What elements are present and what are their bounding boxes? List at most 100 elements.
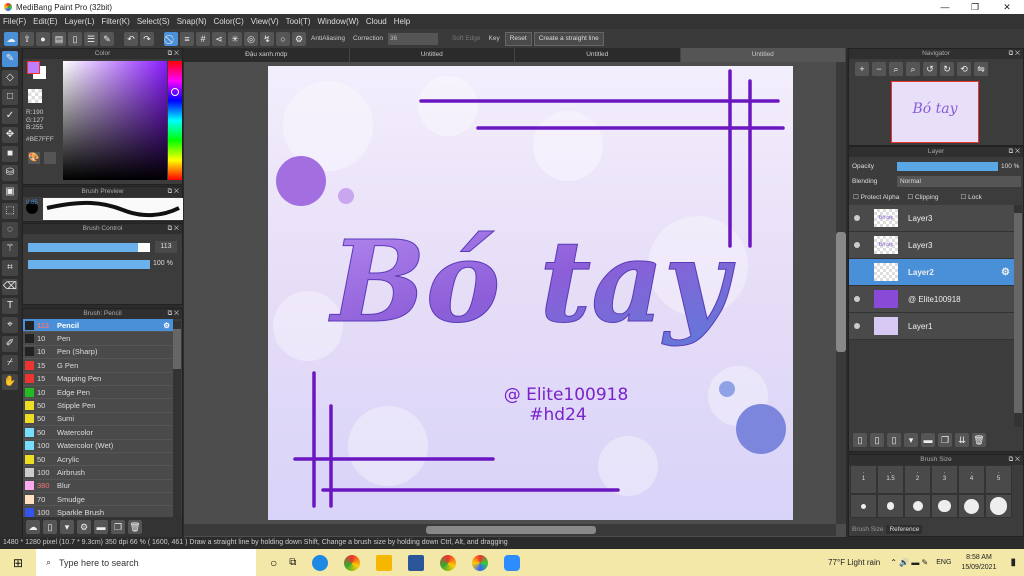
snap-off-icon[interactable]: ⃠ [164, 31, 178, 46]
reset-button[interactable]: Reset [504, 31, 532, 46]
cloud-brush-icon[interactable]: ☁ [26, 520, 40, 534]
saturation-value-picker[interactable] [63, 61, 167, 180]
zoom-in-icon[interactable]: + [855, 62, 869, 76]
brush-size-preset[interactable]: · 3 [931, 465, 958, 494]
brush-item[interactable]: 50 Watercolor [23, 426, 173, 440]
navigator-preview[interactable]: Bó tay [891, 81, 979, 143]
bucket-tool-icon[interactable]: ⛁ [2, 165, 18, 181]
tab-reference[interactable]: Reference [886, 525, 923, 534]
brush-size-preset-large[interactable] [877, 494, 904, 518]
menu-help[interactable]: Help [394, 17, 410, 26]
flip-icon[interactable]: ⇋ [974, 62, 988, 76]
edit-page-icon[interactable]: ✎ [100, 31, 114, 46]
menu-select[interactable]: Select(S) [137, 17, 170, 26]
select-rect-icon[interactable]: ⬚ [2, 203, 18, 219]
snap-settings-icon[interactable]: ⚙ [292, 31, 306, 46]
comment-icon[interactable]: ● [36, 31, 50, 46]
clock[interactable]: 8:58 AM 15/09/2021 [961, 553, 996, 573]
radial-snap-icon[interactable]: ⋖ [212, 31, 226, 46]
brush-item[interactable]: 10 Pen (Sharp) [23, 345, 173, 360]
brush-item[interactable]: 15 Mapping Pen [23, 372, 173, 386]
eyedropper-icon[interactable]: ⌿ [2, 355, 18, 371]
select-pen-tool-icon[interactable]: ⌗ [2, 260, 18, 276]
page-list-icon[interactable]: ☰ [84, 31, 98, 46]
add-brush-icon[interactable]: ▾ [60, 520, 74, 534]
menu-edit[interactable]: Edit(E) [33, 17, 57, 26]
medibang-icon[interactable] [472, 554, 489, 571]
delete-icon[interactable]: 🗑 [128, 520, 142, 534]
brush-list-scrollbar[interactable] [173, 321, 181, 521]
tab-dau-xanh[interactable]: Đậu xanh.mdp [184, 48, 350, 62]
brush-size-preset-large[interactable] [850, 494, 877, 518]
new-8bit-layer-icon[interactable]: ▯ [887, 433, 901, 447]
folder-icon[interactable]: ▬ [94, 520, 108, 534]
windows-start-icon[interactable]: ⊞ [0, 556, 36, 570]
parallel-snap-icon[interactable]: ≡ [180, 31, 194, 46]
brush-size-preset-large[interactable] [985, 494, 1012, 518]
hand-tool-icon[interactable]: ✋ [2, 374, 18, 390]
brush-size-preset-large[interactable] [931, 494, 958, 518]
brush-item[interactable]: 15 G Pen [23, 359, 173, 373]
brush-item[interactable]: 10 Pen [23, 332, 173, 346]
new-brush-icon[interactable]: ▯ [43, 520, 57, 534]
note-icon[interactable]: ▤ [52, 31, 66, 46]
transparent-swatch[interactable] [28, 89, 42, 103]
gradient-tool-icon[interactable]: ▣ [2, 184, 18, 200]
weather[interactable]: 77°F Light rain [828, 558, 880, 567]
visibility-eye-icon[interactable] [854, 215, 860, 221]
system-tray-icons[interactable]: ⌃ 🔊 ▬ ✎ [890, 558, 928, 567]
brush-item[interactable]: 100 Watercolor (Wet) [23, 439, 173, 453]
grid-snap-icon[interactable]: # [196, 31, 210, 46]
menu-filter[interactable]: Filter(K) [101, 17, 129, 26]
new-layer-icon[interactable]: ▯ [853, 433, 867, 447]
layer-list-scrollbar[interactable] [1014, 205, 1022, 427]
brush-size-preset[interactable]: · 1 [850, 465, 877, 494]
duplicate-layer-icon[interactable]: ❐ [938, 433, 952, 447]
brush-opacity-slider[interactable] [28, 260, 150, 269]
chrome-icon[interactable] [344, 554, 361, 571]
canvas-horizontal-scrollbar[interactable] [184, 524, 836, 536]
brush-item[interactable]: 100 Airbrush [23, 466, 173, 480]
menu-window[interactable]: Window(W) [318, 17, 359, 26]
clipping-checkbox[interactable]: ☐ Clipping [907, 193, 938, 201]
tab-untitled-2[interactable]: Untitled [515, 48, 681, 62]
create-straight-line-button[interactable]: Create a straight line [533, 31, 604, 46]
visibility-eye-icon[interactable] [854, 323, 860, 329]
share-icon[interactable]: ⇧ [20, 31, 34, 46]
file-explorer-icon[interactable] [376, 554, 393, 571]
operation-tool-icon[interactable]: ⌖ [2, 317, 18, 333]
merge-layer-icon[interactable]: ⇊ [955, 433, 969, 447]
chrome-profile-icon[interactable] [440, 554, 457, 571]
menu-file[interactable]: File(F) [3, 17, 26, 26]
magic-wand-icon[interactable]: ⚚ [2, 241, 18, 257]
main-color-swatch[interactable] [27, 61, 40, 74]
gear-icon[interactable]: ⚙ [163, 321, 170, 330]
brush-size-preset[interactable]: · 5 [985, 465, 1012, 494]
layer-folder-icon[interactable]: ▬ [921, 433, 935, 447]
zoom-fit-icon[interactable]: ⌕ [889, 62, 903, 76]
lock-checkbox[interactable]: ☐ Lock [960, 193, 981, 201]
palette-settings-icon[interactable] [44, 152, 56, 164]
tab-untitled-1[interactable]: Untitled [350, 48, 515, 62]
layer-settings-gear-icon[interactable]: ⚙ [1001, 267, 1010, 278]
select-eraser-icon[interactable]: ⌫ [2, 279, 18, 295]
soft-edge-checkbox[interactable]: Soft Edge [452, 35, 481, 42]
divide-tool-icon[interactable]: ✐ [2, 336, 18, 352]
brush-size-value[interactable]: 113 [155, 241, 177, 253]
redo-icon[interactable]: ↷ [140, 31, 154, 46]
brush-item[interactable]: 50 Sumi [23, 412, 173, 427]
menu-tool[interactable]: Tool(T) [286, 17, 311, 26]
word-icon[interactable] [408, 554, 425, 571]
add-layer-menu-icon[interactable]: ▾ [904, 433, 918, 447]
zoom-out-icon[interactable]: − [872, 62, 886, 76]
layer-opacity-slider[interactable] [897, 162, 998, 171]
brush-item[interactable]: 70 Smudge [23, 493, 173, 507]
move-tool-icon[interactable]: ✥ [2, 127, 18, 143]
brush-size-preset[interactable]: · 2 [904, 465, 931, 494]
layer-item[interactable]: Layer1 [849, 313, 1014, 340]
tab-untitled-3[interactable]: Untitled [680, 48, 846, 62]
artwork-canvas[interactable]: Bó tay @ Elite100918 #hd24 [268, 66, 793, 520]
eraser-tool-icon[interactable]: ◇ [2, 70, 18, 86]
undo-icon[interactable]: ↶ [124, 31, 138, 46]
new-halftone-layer-icon[interactable]: ▯ [870, 433, 884, 447]
